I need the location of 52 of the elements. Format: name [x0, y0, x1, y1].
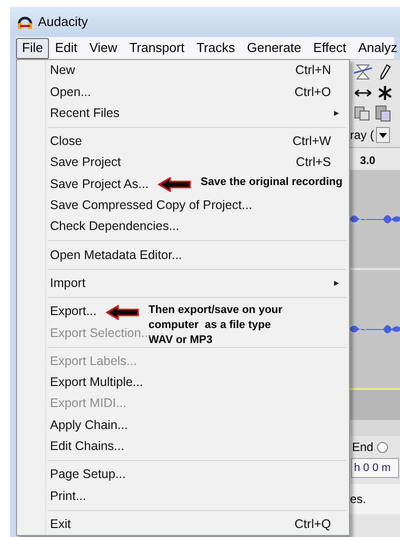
- ruler-label: 3.0: [360, 155, 376, 167]
- annotation-text: Then export/save on your computer as a file type WAV or MP3: [148, 302, 284, 348]
- callout-arrow-icon: [158, 177, 192, 192]
- scrollbar[interactable]: [350, 420, 400, 436]
- waveform-drawing: [350, 213, 400, 225]
- shortcut-text: Ctrl+W: [292, 133, 331, 150]
- callout-arrow-icon: [106, 304, 140, 320]
- menu-bar-item[interactable]: Analyz: [352, 38, 400, 58]
- menu-bar-item[interactable]: Tracks: [190, 38, 241, 58]
- shortcut-text: Ctrl+S: [296, 154, 331, 172]
- menu-item[interactable]: Import: [50, 274, 86, 293]
- menu-item[interactable]: Page Setup...: [50, 465, 126, 484]
- menu-bar-item[interactable]: Edit: [48, 38, 84, 58]
- menu-bar-item[interactable]: Effect: [307, 38, 352, 58]
- submenu-arrow-icon: ▸: [334, 276, 339, 291]
- menu-item[interactable]: Recent Files: [50, 104, 120, 123]
- copy-icon[interactable]: [353, 104, 371, 122]
- menu-item[interactable]: Apply Chain...: [50, 416, 128, 434]
- menu-item[interactable]: Edit Chains...: [50, 437, 124, 456]
- dropdown-button[interactable]: [376, 127, 390, 143]
- envelope-tool-icon[interactable]: [353, 62, 373, 82]
- device-dropdown-text: ray (: [350, 127, 374, 144]
- menu-item[interactable]: New: [50, 61, 76, 80]
- paste-icon[interactable]: [374, 104, 392, 122]
- radio-button[interactable]: [377, 442, 388, 452]
- shortcut-text: Ctrl+O: [294, 84, 331, 101]
- menu-item[interactable]: Export...: [50, 302, 97, 321]
- menu-item[interactable]: Open...: [50, 82, 91, 102]
- menu-item[interactable]: Save Project: [50, 153, 121, 172]
- submenu-arrow-icon: ▸: [334, 106, 339, 121]
- menu-item[interactable]: Save Project As...: [50, 174, 149, 194]
- radio-label: End: [352, 439, 374, 456]
- status-text: es.: [350, 491, 366, 508]
- menu-bar-item[interactable]: Transport: [123, 38, 190, 58]
- headphones-icon: [17, 14, 33, 30]
- menu-item[interactable]: Close: [50, 132, 82, 151]
- time-text: h 0 0 m: [354, 460, 391, 476]
- shortcut-text: Ctrl+Q: [294, 516, 331, 533]
- menu-item[interactable]: Export Multiple...: [50, 373, 144, 392]
- window-title: Audacity: [38, 13, 88, 32]
- menu-item[interactable]: Save Compressed Copy of Project...: [50, 196, 252, 215]
- shortcut-text: Ctrl+N: [295, 62, 331, 80]
- menu-bar-item[interactable]: Generate: [241, 38, 308, 58]
- menu-bar-item[interactable]: File: [16, 38, 49, 58]
- caret-icon: [379, 132, 387, 138]
- menu-item[interactable]: Check Dependencies...: [50, 217, 180, 236]
- menu-item[interactable]: Open Metadata Editor...: [50, 246, 182, 264]
- menu-bar-item[interactable]: View: [83, 38, 124, 58]
- annotation-text: Save the original recording: [200, 175, 342, 190]
- waveform-drawing: [350, 323, 400, 335]
- menu-item[interactable]: Exit: [50, 514, 71, 534]
- menu-item[interactable]: Print...: [50, 486, 86, 506]
